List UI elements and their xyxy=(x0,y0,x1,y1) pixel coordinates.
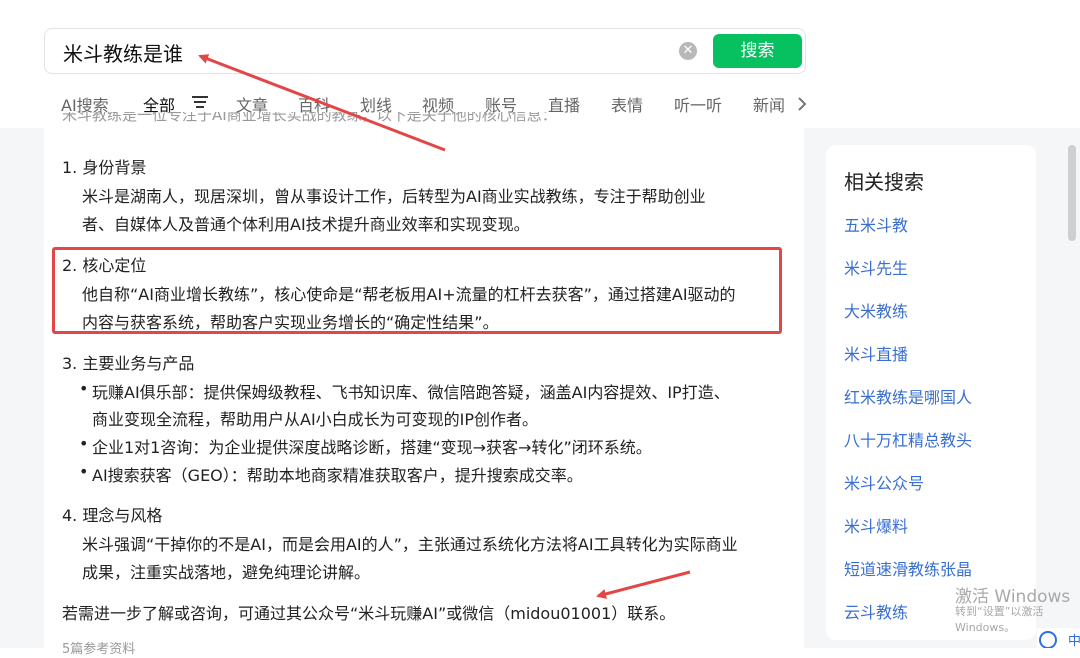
tray-label: 中 xyxy=(1068,634,1080,648)
related-search-item[interactable]: 八十万杠精总教头 xyxy=(844,427,972,451)
related-search-title: 相关搜索 xyxy=(844,170,924,194)
related-search-item[interactable]: 米斗先生 xyxy=(844,255,908,279)
related-search-item[interactable]: 云斗教练 xyxy=(844,599,908,623)
arrow-annotations xyxy=(198,54,691,599)
red-arrow-bottom xyxy=(596,570,691,599)
related-search-item[interactable]: 短道速滑教练张晶 xyxy=(844,556,972,580)
related-search-item[interactable]: 五米斗教 xyxy=(844,212,908,236)
related-search-item[interactable]: 米斗直播 xyxy=(844,341,908,365)
related-search-item[interactable]: 米斗公众号 xyxy=(844,470,924,494)
input-method-tray-icon[interactable]: 中 xyxy=(1037,628,1080,648)
related-search-item[interactable]: 红米教练是哪国人 xyxy=(844,384,972,408)
scrollbar-thumb[interactable] xyxy=(1068,145,1076,241)
related-search-item[interactable]: 大米教练 xyxy=(844,298,908,322)
related-search-item[interactable]: 米斗爆料 xyxy=(844,513,908,537)
red-arrow-top xyxy=(198,54,446,152)
